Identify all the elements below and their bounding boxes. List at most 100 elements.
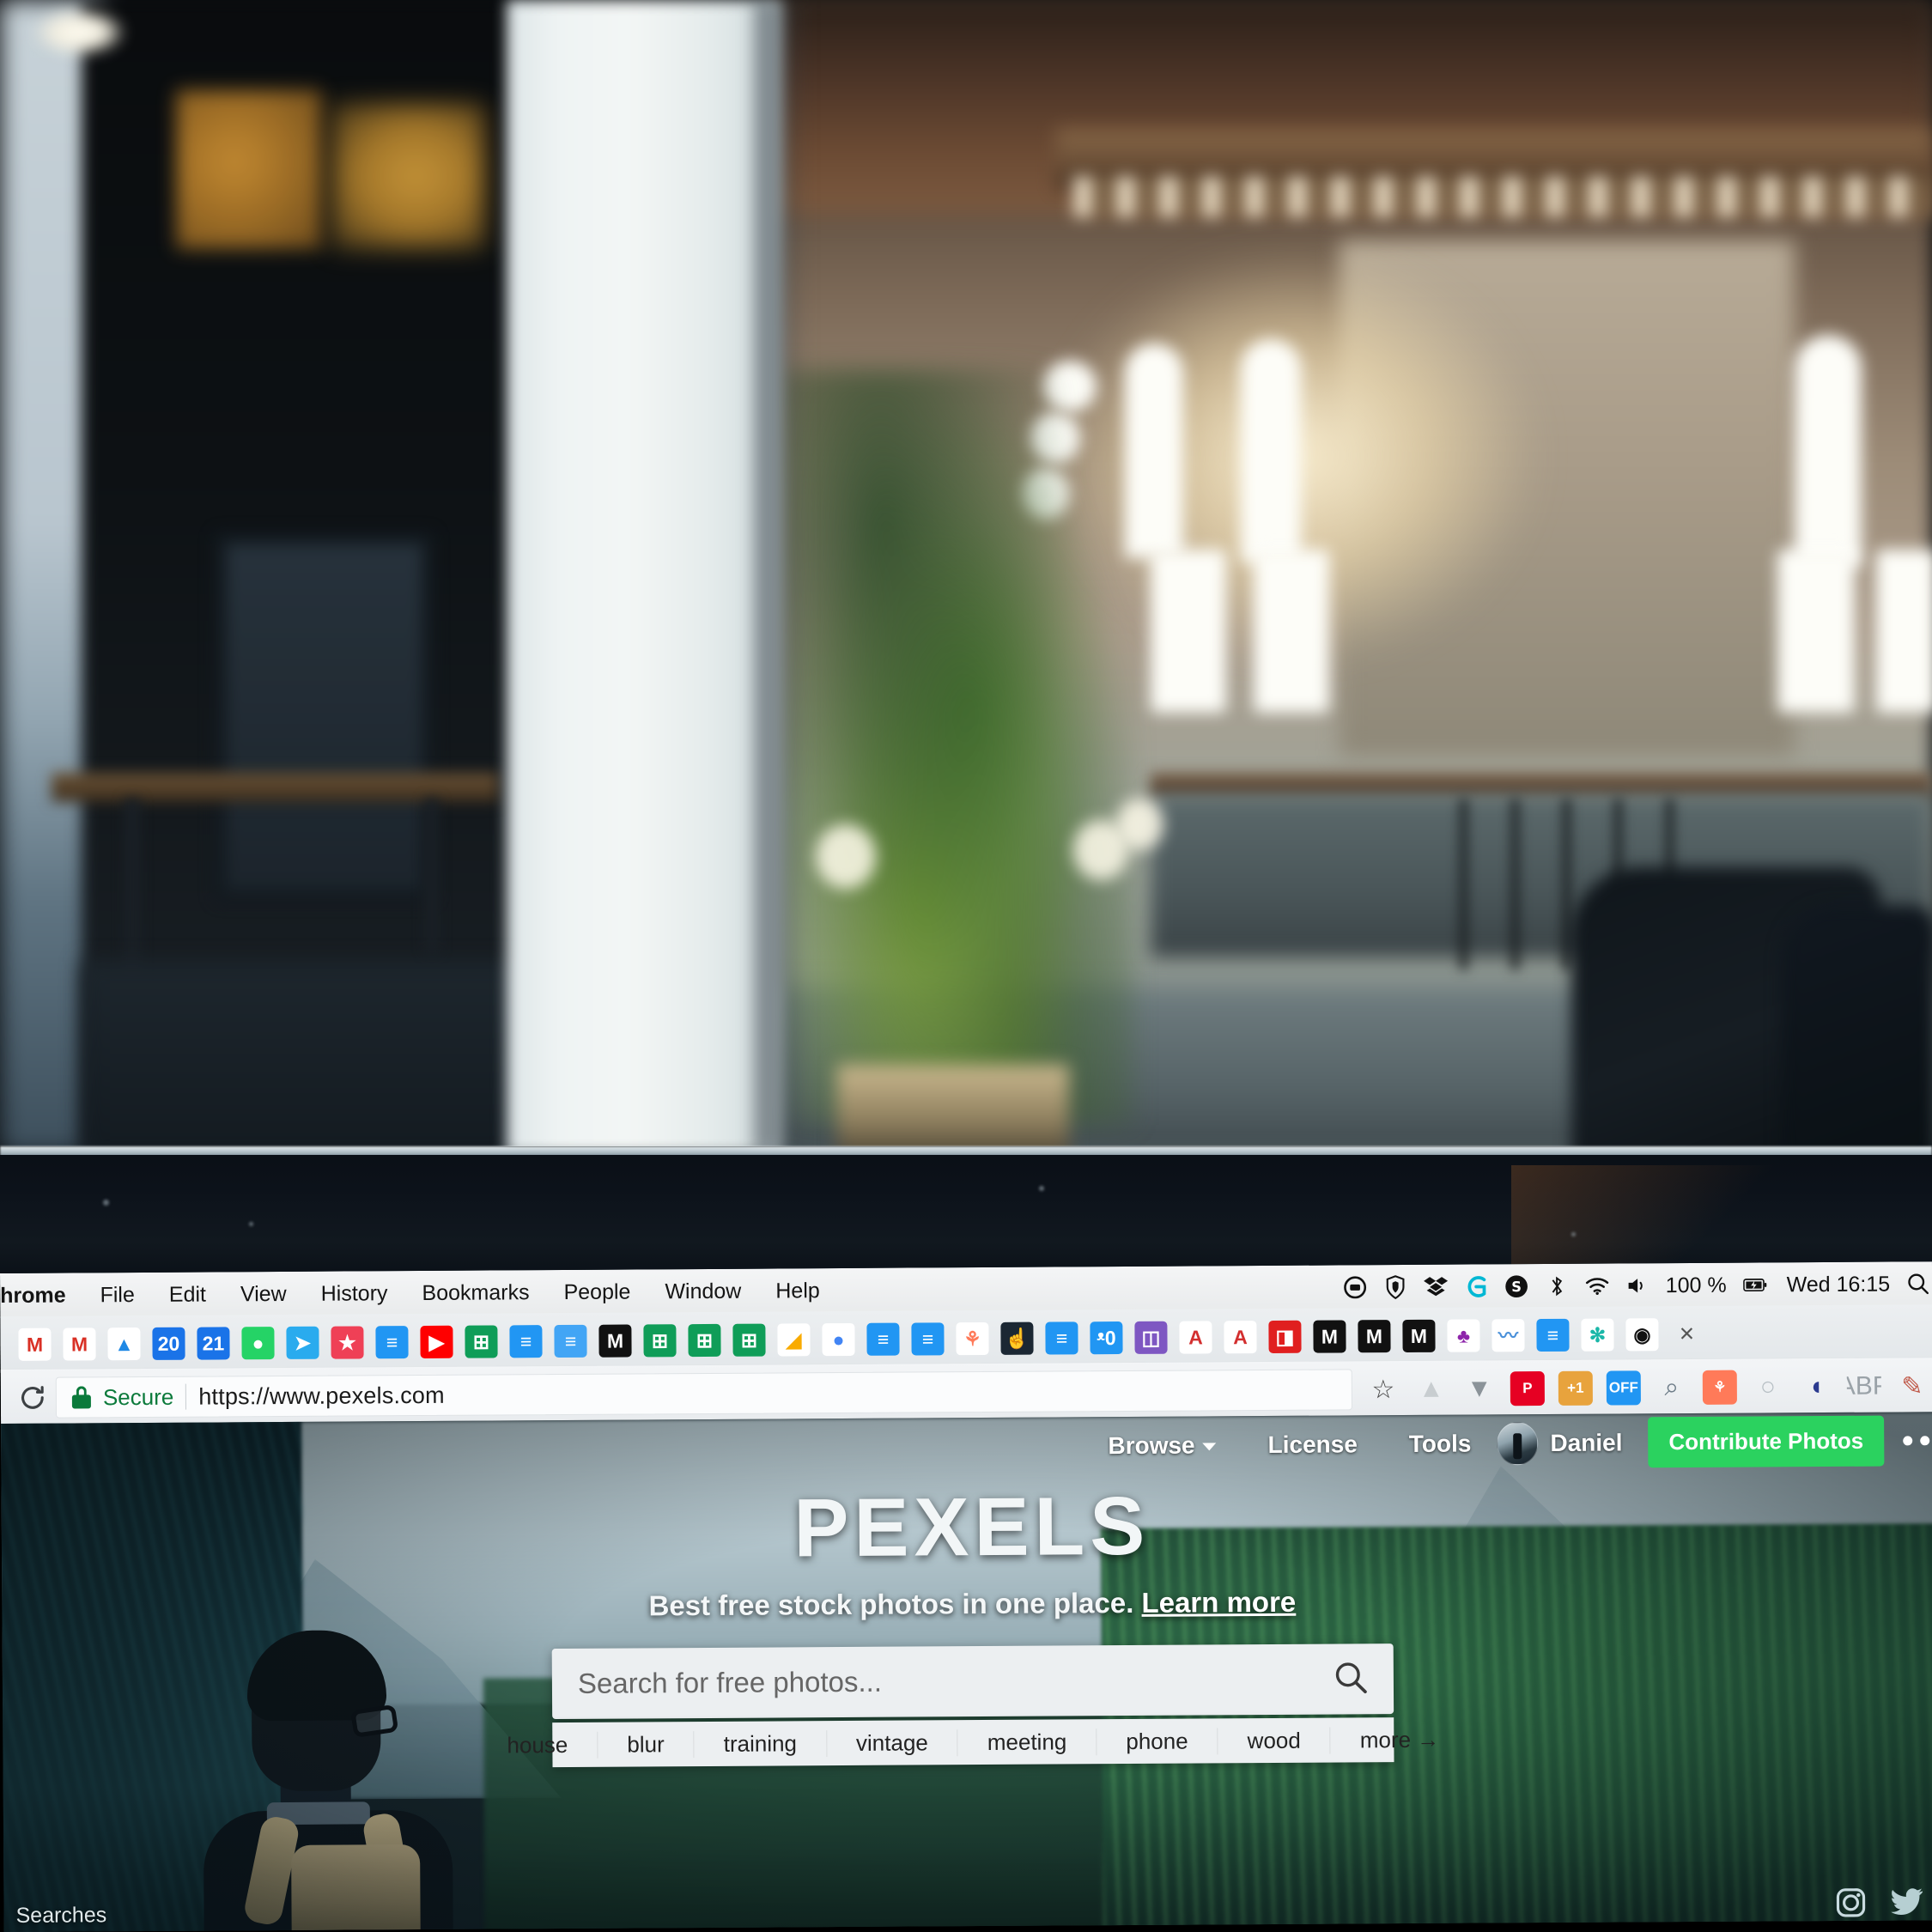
monitor-bezel bbox=[0, 1155, 1932, 1290]
bookmarks-overflow-close[interactable]: × bbox=[1664, 1312, 1709, 1357]
menu-item-help[interactable]: Help bbox=[758, 1279, 837, 1304]
pocket-ext[interactable]: ▼ bbox=[1462, 1371, 1497, 1406]
telegram-bookmark[interactable]: ➤ bbox=[280, 1321, 325, 1365]
pinterest-ext[interactable]: P bbox=[1510, 1371, 1545, 1406]
evernote-ext[interactable]: ○ bbox=[1751, 1370, 1785, 1404]
twitter-icon[interactable] bbox=[1889, 1886, 1923, 1918]
menu-item-window[interactable]: Window bbox=[647, 1279, 758, 1304]
medium-bookmark[interactable]: M bbox=[592, 1318, 637, 1363]
skype-icon[interactable]: S bbox=[1504, 1274, 1528, 1298]
adobe-red-bookmark[interactable]: ◨ bbox=[1262, 1315, 1307, 1359]
tag-phone[interactable]: phone bbox=[1097, 1727, 1218, 1755]
nav-license[interactable]: License bbox=[1242, 1431, 1382, 1459]
chart-bookmark[interactable]: ᵜ0 bbox=[1084, 1315, 1128, 1360]
bookmark-star-icon[interactable]: ☆ bbox=[1366, 1372, 1400, 1406]
battery-charging-icon[interactable] bbox=[1742, 1273, 1767, 1297]
sheets-bookmark[interactable]: ⊞ bbox=[459, 1319, 503, 1364]
spotlight-search-icon[interactable] bbox=[1906, 1272, 1930, 1296]
medium-bookmark-4[interactable]: M bbox=[1396, 1314, 1441, 1358]
menu-item-people[interactable]: People bbox=[546, 1279, 647, 1305]
tag-vintage[interactable]: vintage bbox=[826, 1728, 958, 1757]
hubspot-ext[interactable]: ⚘ bbox=[1702, 1370, 1737, 1405]
google-drive-ext[interactable]: ▲ bbox=[1414, 1372, 1449, 1406]
analytics-bookmark[interactable]: ◢ bbox=[771, 1317, 816, 1362]
pocket-bookmark[interactable]: ★ bbox=[325, 1320, 369, 1364]
tag-wood[interactable]: wood bbox=[1218, 1727, 1331, 1754]
shield-vpn-icon[interactable] bbox=[1383, 1275, 1407, 1300]
adobe-bookmark-2[interactable]: A bbox=[1218, 1315, 1262, 1359]
avatar[interactable] bbox=[1497, 1421, 1539, 1465]
google-calendar-21-bookmark[interactable]: 21 bbox=[191, 1321, 235, 1365]
contribute-photos-button[interactable]: Contribute Photos bbox=[1648, 1415, 1885, 1468]
menu-item-edit[interactable]: Edit bbox=[152, 1282, 223, 1308]
menu-item-chrome[interactable]: hrome bbox=[0, 1283, 83, 1309]
google-calendar-20-bookmark[interactable]: 20 bbox=[146, 1321, 191, 1366]
learn-more-link[interactable]: Learn more bbox=[1141, 1586, 1296, 1619]
camera-aperture-bookmark[interactable]: ◉ bbox=[1619, 1312, 1664, 1357]
nav-tools[interactable]: Tools bbox=[1383, 1430, 1498, 1458]
gmail-bookmark[interactable]: M bbox=[12, 1322, 57, 1367]
steemit-bookmark-glyph: 〰 bbox=[1492, 1319, 1525, 1352]
docs-bookmark-7[interactable]: ≡ bbox=[1530, 1313, 1575, 1358]
sheets-bookmark-4[interactable]: ⊞ bbox=[726, 1318, 771, 1363]
gmail-bookmark-2[interactable]: M bbox=[57, 1321, 101, 1366]
whatsapp-bookmark[interactable]: ● bbox=[235, 1321, 280, 1365]
youtube-bookmark[interactable]: ▶ bbox=[414, 1320, 459, 1364]
artwork-bookmark[interactable]: ♣ bbox=[1441, 1313, 1485, 1358]
dropbox-icon[interactable] bbox=[1423, 1275, 1448, 1299]
menu-item-file[interactable]: File bbox=[82, 1282, 151, 1307]
bg-ceiling-lamp bbox=[34, 9, 125, 56]
nav-browse[interactable]: Browse bbox=[1082, 1431, 1242, 1460]
shutterstock-bookmark[interactable]: ✻ bbox=[1575, 1312, 1619, 1357]
address-bar[interactable]: Secure https://www.pexels.com bbox=[55, 1369, 1353, 1419]
tag-meeting[interactable]: meeting bbox=[957, 1728, 1097, 1756]
tag-more[interactable]: more → bbox=[1331, 1726, 1469, 1753]
steemit-bookmark[interactable]: 〰 bbox=[1485, 1313, 1530, 1358]
search-console-bookmark[interactable]: ● bbox=[816, 1317, 860, 1362]
docs-bookmark-6[interactable]: ≡ bbox=[1039, 1315, 1084, 1360]
lastpass-ext[interactable]: ◖ bbox=[1799, 1370, 1833, 1404]
overflow-menu-icon[interactable] bbox=[1884, 1436, 1930, 1446]
docs-bookmark-5[interactable]: ≡ bbox=[905, 1316, 950, 1361]
menu-item-history[interactable]: History bbox=[304, 1281, 405, 1307]
chart-purple-bookmark[interactable]: ◫ bbox=[1128, 1315, 1173, 1360]
notes-ext[interactable]: ✎ bbox=[1895, 1369, 1929, 1403]
instagram-icon[interactable] bbox=[1834, 1886, 1867, 1919]
video-camera-icon[interactable] bbox=[1343, 1275, 1367, 1299]
wifi-icon[interactable] bbox=[1585, 1274, 1609, 1298]
search-icon[interactable] bbox=[1334, 1660, 1368, 1698]
username-label[interactable]: Daniel bbox=[1550, 1429, 1622, 1457]
gmail-bookmark-2-glyph: M bbox=[63, 1327, 96, 1361]
adobe-red-bookmark-glyph: ◨ bbox=[1268, 1320, 1302, 1353]
docs-bookmark-2[interactable]: ≡ bbox=[503, 1319, 548, 1364]
bluetooth-icon[interactable] bbox=[1545, 1274, 1569, 1298]
menu-item-bookmarks[interactable]: Bookmarks bbox=[404, 1280, 546, 1306]
buffer-bookmark[interactable]: ☝ bbox=[994, 1316, 1039, 1361]
volume-icon[interactable] bbox=[1625, 1273, 1649, 1297]
sheets-bookmark-2[interactable]: ⊞ bbox=[637, 1318, 682, 1363]
tag-blur[interactable]: blur bbox=[598, 1730, 695, 1759]
docs-bookmark-3[interactable]: ≡ bbox=[548, 1319, 592, 1364]
search-input[interactable] bbox=[577, 1662, 1334, 1700]
magnifier-ext[interactable]: ⌕ bbox=[1655, 1370, 1689, 1405]
adblock-off-ext[interactable]: OFF bbox=[1606, 1370, 1641, 1406]
adblockplus-ext[interactable]: ABP bbox=[1847, 1370, 1881, 1404]
tag-training[interactable]: training bbox=[694, 1729, 828, 1758]
sheets-bookmark-3[interactable]: ⊞ bbox=[682, 1318, 726, 1363]
popular-search-tags[interactable]: house blur training vintage meeting phone wood… bbox=[477, 1717, 1439, 1768]
menu-item-view[interactable]: View bbox=[223, 1281, 304, 1307]
docs-bookmark-4[interactable]: ≡ bbox=[860, 1317, 905, 1362]
medium-bookmark-2[interactable]: M bbox=[1307, 1314, 1352, 1358]
logitech-g-icon[interactable] bbox=[1464, 1274, 1488, 1298]
screen-content: hrome File Edit View History Bookmarks P… bbox=[0, 1261, 1932, 1932]
grammarly-plus1-ext[interactable]: +1 bbox=[1558, 1370, 1593, 1406]
bg-window bbox=[1795, 335, 1862, 567]
reload-icon[interactable] bbox=[9, 1383, 56, 1413]
search-box[interactable] bbox=[551, 1643, 1394, 1720]
adobe-bookmark[interactable]: A bbox=[1173, 1315, 1218, 1359]
medium-bookmark-3[interactable]: M bbox=[1352, 1314, 1396, 1358]
tag-house[interactable]: house bbox=[477, 1731, 598, 1759]
docs-bookmark[interactable]: ≡ bbox=[369, 1320, 414, 1364]
google-drive-bookmark[interactable]: ▲ bbox=[101, 1321, 146, 1366]
hubspot-bookmark[interactable]: ⚘ bbox=[950, 1316, 994, 1361]
